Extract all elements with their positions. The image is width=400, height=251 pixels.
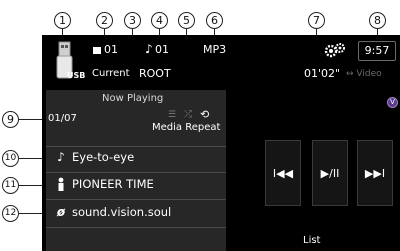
folder-number: 01 [104, 43, 118, 56]
music-note-icon: ♪ [145, 42, 153, 56]
disc-icon: ø [56, 205, 66, 219]
callout-3: 3 [124, 12, 141, 29]
callout-2: 2 [96, 12, 113, 29]
callout-8: 8 [369, 12, 386, 29]
callout-1: 1 [54, 12, 71, 29]
callout-7: 7 [308, 12, 325, 29]
list-item: ♪ Eye-to-eye [46, 147, 226, 171]
person-icon [54, 177, 68, 193]
callout-12: 12 [2, 205, 19, 222]
album-name: sound.vision.soul [72, 205, 172, 219]
song-title: Eye-to-eye [72, 150, 135, 164]
media-repeat-label: Media Repeat [152, 122, 221, 133]
music-note-icon: ♪ [57, 150, 65, 164]
shuffle-list-icon: ☰ [168, 110, 177, 120]
folder-name: ROOT [139, 67, 171, 80]
callout-10: 10 [2, 150, 19, 167]
now-playing-panel: Now Playing 01/07 ☰ ⤮ ⟲ Media Repeat ♪ E… [46, 90, 226, 251]
repeat-icon: ⟲ [200, 108, 210, 121]
list-button[interactable]: List [290, 230, 340, 251]
divider [46, 227, 226, 228]
video-toggle[interactable]: ↔ Video [346, 69, 382, 79]
list-label: List [303, 235, 321, 246]
previous-track-button[interactable]: I◀◀ [265, 140, 301, 206]
shuffle-icon: ⤮ [184, 109, 192, 120]
elapsed-time: 01'02" [304, 67, 341, 80]
divider [46, 172, 226, 173]
usb-source-button[interactable]: USB [56, 40, 90, 84]
next-track-icon: ▶▶I [364, 166, 386, 180]
folder-icon [93, 47, 101, 54]
video-label: Video [356, 69, 382, 79]
list-item: ø sound.vision.soul [46, 202, 226, 226]
callout-4: 4 [151, 12, 168, 29]
usb-label: USB [67, 71, 86, 80]
list-item: PIONEER TIME [46, 174, 226, 198]
track-number: 01 [155, 43, 169, 56]
callout-11: 11 [2, 177, 19, 194]
divider [46, 199, 226, 200]
play-pause-button[interactable]: ▶/II [312, 140, 348, 206]
track-counter: 01/07 [48, 113, 77, 124]
current-label: Current [92, 68, 130, 79]
previous-track-icon: I◀◀ [272, 166, 294, 180]
double-arrow-icon: ↔ [346, 69, 357, 79]
now-playing-title: Now Playing [102, 93, 164, 104]
info-badge-icon[interactable]: V [387, 97, 398, 108]
artist-name: PIONEER TIME [72, 177, 154, 191]
callout-5: 5 [178, 12, 195, 29]
play-pause-icon: ▶/II [320, 166, 340, 180]
file-format: MP3 [203, 43, 227, 56]
callout-6: 6 [206, 12, 223, 29]
settings-gears-icon [324, 43, 345, 58]
settings-button[interactable] [323, 42, 347, 60]
callout-9: 9 [2, 111, 19, 128]
clock: 9:57 [358, 41, 396, 61]
next-track-button[interactable]: ▶▶I [357, 140, 393, 206]
